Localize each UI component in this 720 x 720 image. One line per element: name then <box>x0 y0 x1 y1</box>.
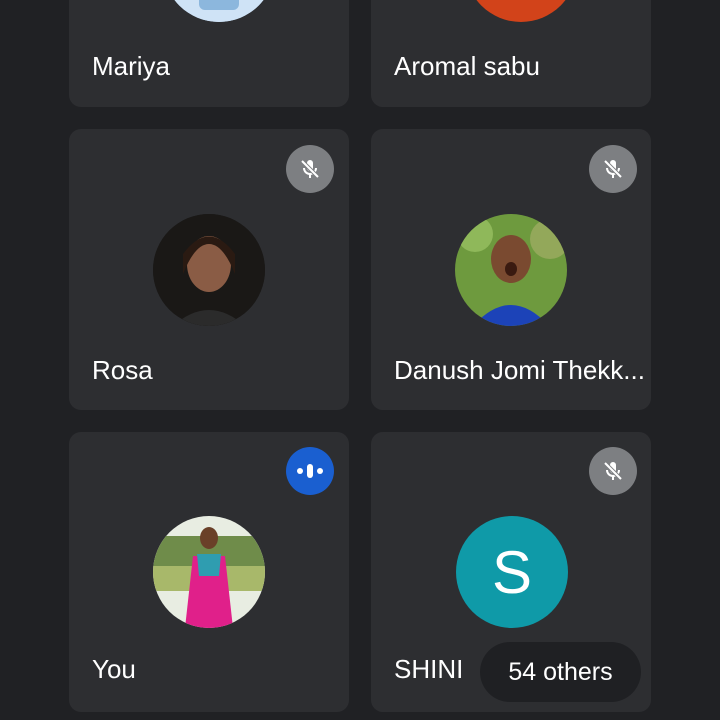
participant-name: Danush Jomi Thekk... <box>394 355 645 385</box>
avatar <box>465 0 577 22</box>
participant-name: Aromal sabu <box>394 51 540 81</box>
others-button[interactable]: 54 others <box>480 642 641 702</box>
mic-off-icon <box>589 145 637 193</box>
avatar <box>163 0 275 22</box>
participant-tile-you[interactable]: You <box>69 432 349 712</box>
participant-name: Rosa <box>92 355 153 385</box>
participant-tile-mariya[interactable]: Mariya <box>69 0 349 107</box>
participant-name: SHINI <box>394 654 464 684</box>
avatar <box>153 516 265 628</box>
avatar <box>455 214 567 326</box>
participant-tile-aromal-sabu[interactable]: Aromal sabu <box>371 0 651 107</box>
participant-name: Mariya <box>92 51 171 81</box>
avatar <box>153 214 265 326</box>
mic-off-icon <box>589 447 637 495</box>
letter-avatar: S <box>456 516 568 628</box>
participant-name: You <box>92 654 136 684</box>
participant-tile-rosa[interactable]: Rosa <box>69 129 349 410</box>
participant-tile-danush[interactable]: Danush Jomi Thekk... <box>371 129 651 410</box>
speaking-indicator-icon <box>286 447 334 495</box>
mic-off-icon <box>286 145 334 193</box>
meeting-grid: Mariya Aromal sabu Rosa Danush Jomi Thek… <box>0 0 720 720</box>
